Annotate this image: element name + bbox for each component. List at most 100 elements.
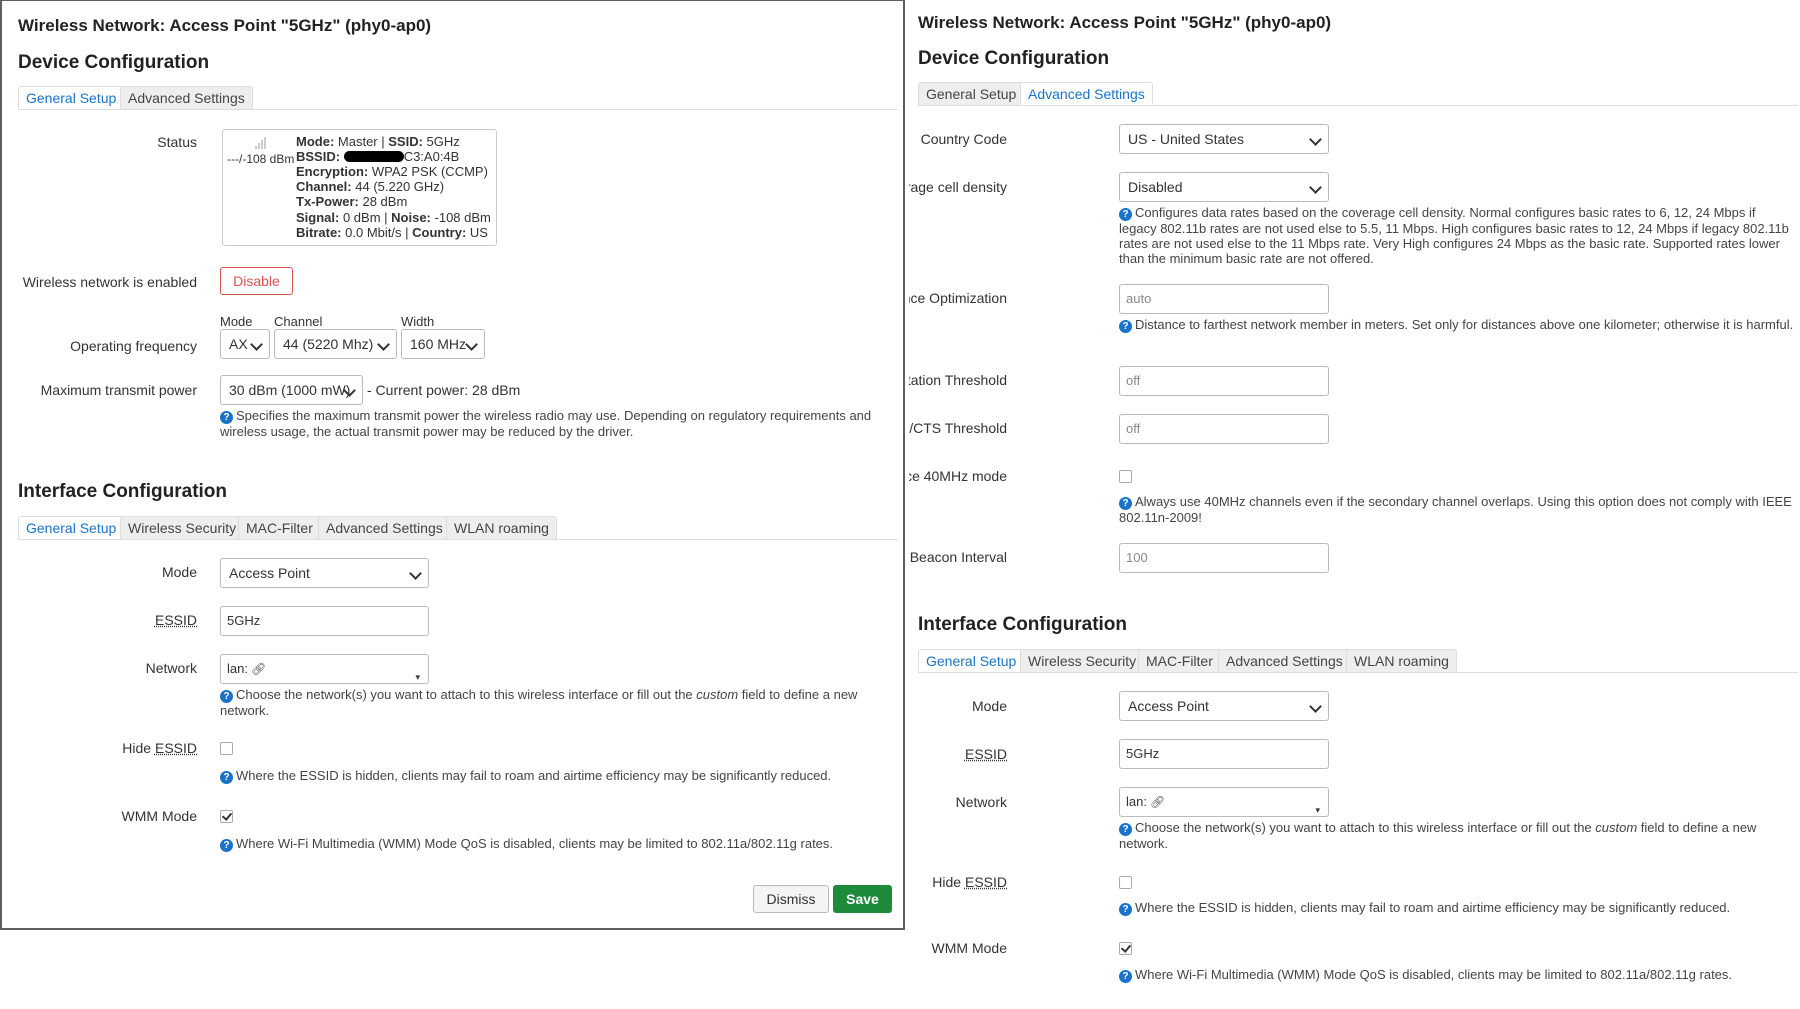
tab-mac-filter[interactable]: MAC-Filter [1138, 649, 1221, 672]
network-chip: lan: 🔗︎ [227, 655, 266, 683]
help-icon: ? [220, 690, 233, 703]
tab-advanced-settings[interactable]: Advanced Settings [1218, 649, 1351, 672]
force-40mhz-label: Force 40MHz mode [909, 468, 1007, 484]
chevron-down-icon [1309, 700, 1322, 713]
network-chip-label: lan: [1126, 794, 1147, 809]
mode-key: Mode: [296, 134, 335, 149]
hide-essid-help-text: Where the ESSID is hidden, clients may f… [1135, 900, 1731, 915]
disable-button[interactable]: Disable [220, 267, 293, 295]
help-icon: ? [220, 839, 233, 852]
device-configuration-heading: Device Configuration [918, 48, 1110, 69]
coverage-density-value: Disabled [1128, 179, 1183, 195]
max-power-select[interactable]: 30 dBm (1000 mW) [220, 375, 363, 405]
network-chip: lan: 🔗︎ [1126, 788, 1165, 816]
hide-essid-label-abbr: ESSID [154, 740, 197, 756]
network-help-text: Choose the network(s) you want to attach… [236, 687, 697, 702]
tab-general-setup[interactable]: General Setup [918, 649, 1025, 672]
channel-sublabel: Channel [274, 314, 323, 329]
right-modal: Wireless Network: Access Point "5GHz" (p… [909, 0, 1800, 1009]
width-select-value: 160 MHz [410, 336, 467, 352]
essid-label-text: ESSID [154, 612, 197, 628]
width-sublabel: Width [401, 314, 435, 329]
mode-select-value: AX [229, 336, 248, 352]
bssid-value: C3:A0:4B [403, 149, 460, 164]
hide-essid-checkbox[interactable] [1119, 876, 1132, 889]
wmm-help: ? Where Wi-Fi Multimedia (WMM) Mode QoS i… [1119, 967, 1794, 983]
modal-title: Wireless Network: Access Point "5GHz" (p… [18, 16, 432, 35]
tab-wlan-roaming[interactable]: WLAN roaming [446, 516, 557, 539]
mode-select[interactable]: AX [220, 329, 270, 359]
channel-select[interactable]: 44 (5220 Mhz) [274, 329, 397, 359]
dismiss-button[interactable]: Dismiss [753, 885, 829, 913]
wmm-help-text: Where Wi-Fi Multimedia (WMM) Mode QoS is… [236, 836, 834, 851]
network-help-emphasis: custom [696, 687, 739, 702]
current-power-text: - Current power: 28 dBm [367, 382, 521, 398]
distance-help: ? Distance to farthest network member in … [1119, 317, 1794, 333]
iface-mode-select[interactable]: Access Point [1119, 691, 1329, 721]
iface-mode-label: Mode [971, 698, 1007, 714]
hide-essid-label-text: Hide [122, 740, 155, 756]
tab-general-setup[interactable]: General Setup [18, 86, 125, 109]
network-chip-label: lan: [227, 661, 248, 676]
signal-key: Signal: [296, 210, 340, 225]
essid-label: ESSID [155, 612, 197, 628]
wmm-help-text: Where Wi-Fi Multimedia (WMM) Mode QoS is… [1135, 967, 1733, 982]
wmm-mode-checkbox[interactable] [220, 810, 233, 823]
tab-wireless-security[interactable]: Wireless Security [1020, 649, 1145, 672]
tab-wlan-roaming[interactable]: WLAN roaming [1346, 649, 1457, 672]
beacon-interval-label: Beacon Interval [909, 549, 1007, 565]
network-dropdown[interactable]: lan: 🔗︎ ▾ [220, 654, 429, 684]
coverage-density-select[interactable]: Disabled [1119, 172, 1329, 202]
iface-mode-value: Access Point [229, 565, 310, 581]
network-dropdown[interactable]: lan: 🔗︎ ▾ [1119, 787, 1329, 817]
iface-mode-select[interactable]: Access Point [220, 558, 429, 588]
force-40mhz-help: ? Always use 40MHz channels even if the s… [1119, 494, 1794, 525]
wmm-mode-label: WMM Mode [121, 808, 197, 824]
enabled-label: Wireless network is enabled [22, 274, 197, 290]
network-help: ? Choose the network(s) you want to attac… [1119, 820, 1794, 851]
wmm-mode-label: WMM Mode [931, 940, 1007, 956]
beacon-interval-input[interactable]: 100 [1119, 543, 1329, 573]
chevron-down-icon [377, 338, 390, 351]
tab-advanced-settings[interactable]: Advanced Settings [318, 516, 451, 539]
help-icon: ? [1119, 208, 1132, 221]
chevron-down-icon [1309, 181, 1322, 194]
chain-link-icon: 🔗︎ [1149, 795, 1166, 809]
hide-essid-checkbox[interactable] [220, 742, 233, 755]
wmm-mode-checkbox[interactable] [1119, 942, 1132, 955]
save-button[interactable]: Save [833, 885, 892, 913]
max-power-label: Maximum transmit power [40, 382, 197, 398]
encryption-value: WPA2 PSK (CCMP) [371, 164, 488, 179]
essid-input[interactable]: 5GHz [220, 606, 429, 636]
hide-essid-label-abbr: ESSID [964, 874, 1007, 890]
chevron-down-icon [1309, 133, 1322, 146]
tab-advanced-settings[interactable]: Advanced Settings [120, 86, 253, 109]
help-icon: ? [1119, 320, 1132, 333]
tab-general-setup[interactable]: General Setup [918, 82, 1025, 105]
help-icon: ? [1119, 903, 1132, 916]
distance-input[interactable]: auto [1119, 284, 1329, 314]
width-select[interactable]: 160 MHz [401, 329, 485, 359]
tab-mac-filter[interactable]: MAC-Filter [238, 516, 321, 539]
tab-wireless-security[interactable]: Wireless Security [120, 516, 245, 539]
country-code-select[interactable]: US - United States [1119, 124, 1329, 154]
fragmentation-input[interactable]: off [1119, 366, 1329, 396]
left-modal: Wireless Network: Access Point "5GHz" (p… [0, 0, 905, 930]
chain-link-icon: 🔗︎ [250, 662, 267, 676]
redaction-mark [343, 151, 404, 162]
tab-general-setup[interactable]: General Setup [18, 516, 125, 539]
network-help: ? Choose the network(s) you want to attac… [220, 687, 880, 718]
essid-input[interactable]: 5GHz [1119, 739, 1329, 769]
tab-advanced-settings[interactable]: Advanced Settings [1020, 82, 1153, 105]
signal-value: 0 dBm [342, 210, 381, 225]
interface-configuration-heading: Interface Configuration [18, 481, 228, 502]
rts-cts-input[interactable]: off [1119, 414, 1329, 444]
country-value: US [469, 225, 488, 240]
coverage-help: ? Configures data rates based on the cove… [1119, 205, 1794, 266]
force-40mhz-checkbox[interactable] [1119, 470, 1132, 483]
hide-essid-label: Hide ESSID [122, 740, 197, 756]
channel-select-value: 44 (5220 Mhz) [283, 336, 374, 352]
chevron-down-icon [465, 338, 478, 351]
modal-title: Wireless Network: Access Point "5GHz" (p… [918, 13, 1332, 32]
hide-essid-help: ? Where the ESSID is hidden, clients may … [220, 768, 880, 784]
